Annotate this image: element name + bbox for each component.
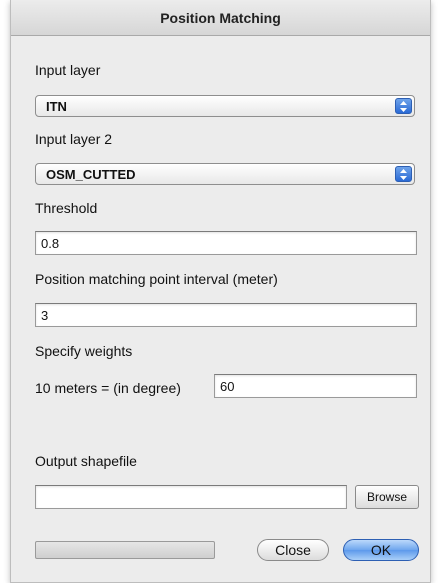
browse-button[interactable]: Browse	[355, 485, 419, 509]
input-layer-select[interactable]: ITN	[35, 95, 415, 117]
updown-arrows-icon	[395, 166, 412, 182]
window-title: Position Matching	[11, 0, 430, 36]
ok-button[interactable]: OK	[343, 539, 419, 561]
output-shapefile-input[interactable]	[35, 485, 347, 509]
weights-label: Specify weights	[35, 343, 133, 359]
updown-arrows-icon	[395, 98, 412, 114]
weights-value: 60	[220, 379, 235, 394]
close-button[interactable]: Close	[257, 539, 329, 561]
position-matching-dialog: Position Matching Input layer ITN Input …	[10, 0, 431, 583]
input-layer-value: ITN	[46, 99, 67, 114]
threshold-input[interactable]: 0.8	[35, 231, 417, 255]
input-layer-2-select[interactable]: OSM_CUTTED	[35, 163, 415, 185]
progress-bar	[35, 541, 215, 559]
threshold-label: Threshold	[35, 200, 98, 216]
weights-input[interactable]: 60	[214, 374, 417, 398]
threshold-value: 0.8	[41, 236, 60, 251]
interval-value: 3	[41, 308, 49, 323]
input-layer-2-value: OSM_CUTTED	[46, 167, 136, 182]
output-shapefile-label: Output shapefile	[35, 453, 137, 469]
input-layer-label: Input layer	[35, 62, 101, 78]
interval-label: Position matching point interval (meter)	[35, 271, 278, 287]
input-layer-2-label: Input layer 2	[35, 131, 113, 147]
interval-input[interactable]: 3	[35, 303, 417, 327]
weights-row-label: 10 meters = (in degree)	[35, 380, 181, 396]
